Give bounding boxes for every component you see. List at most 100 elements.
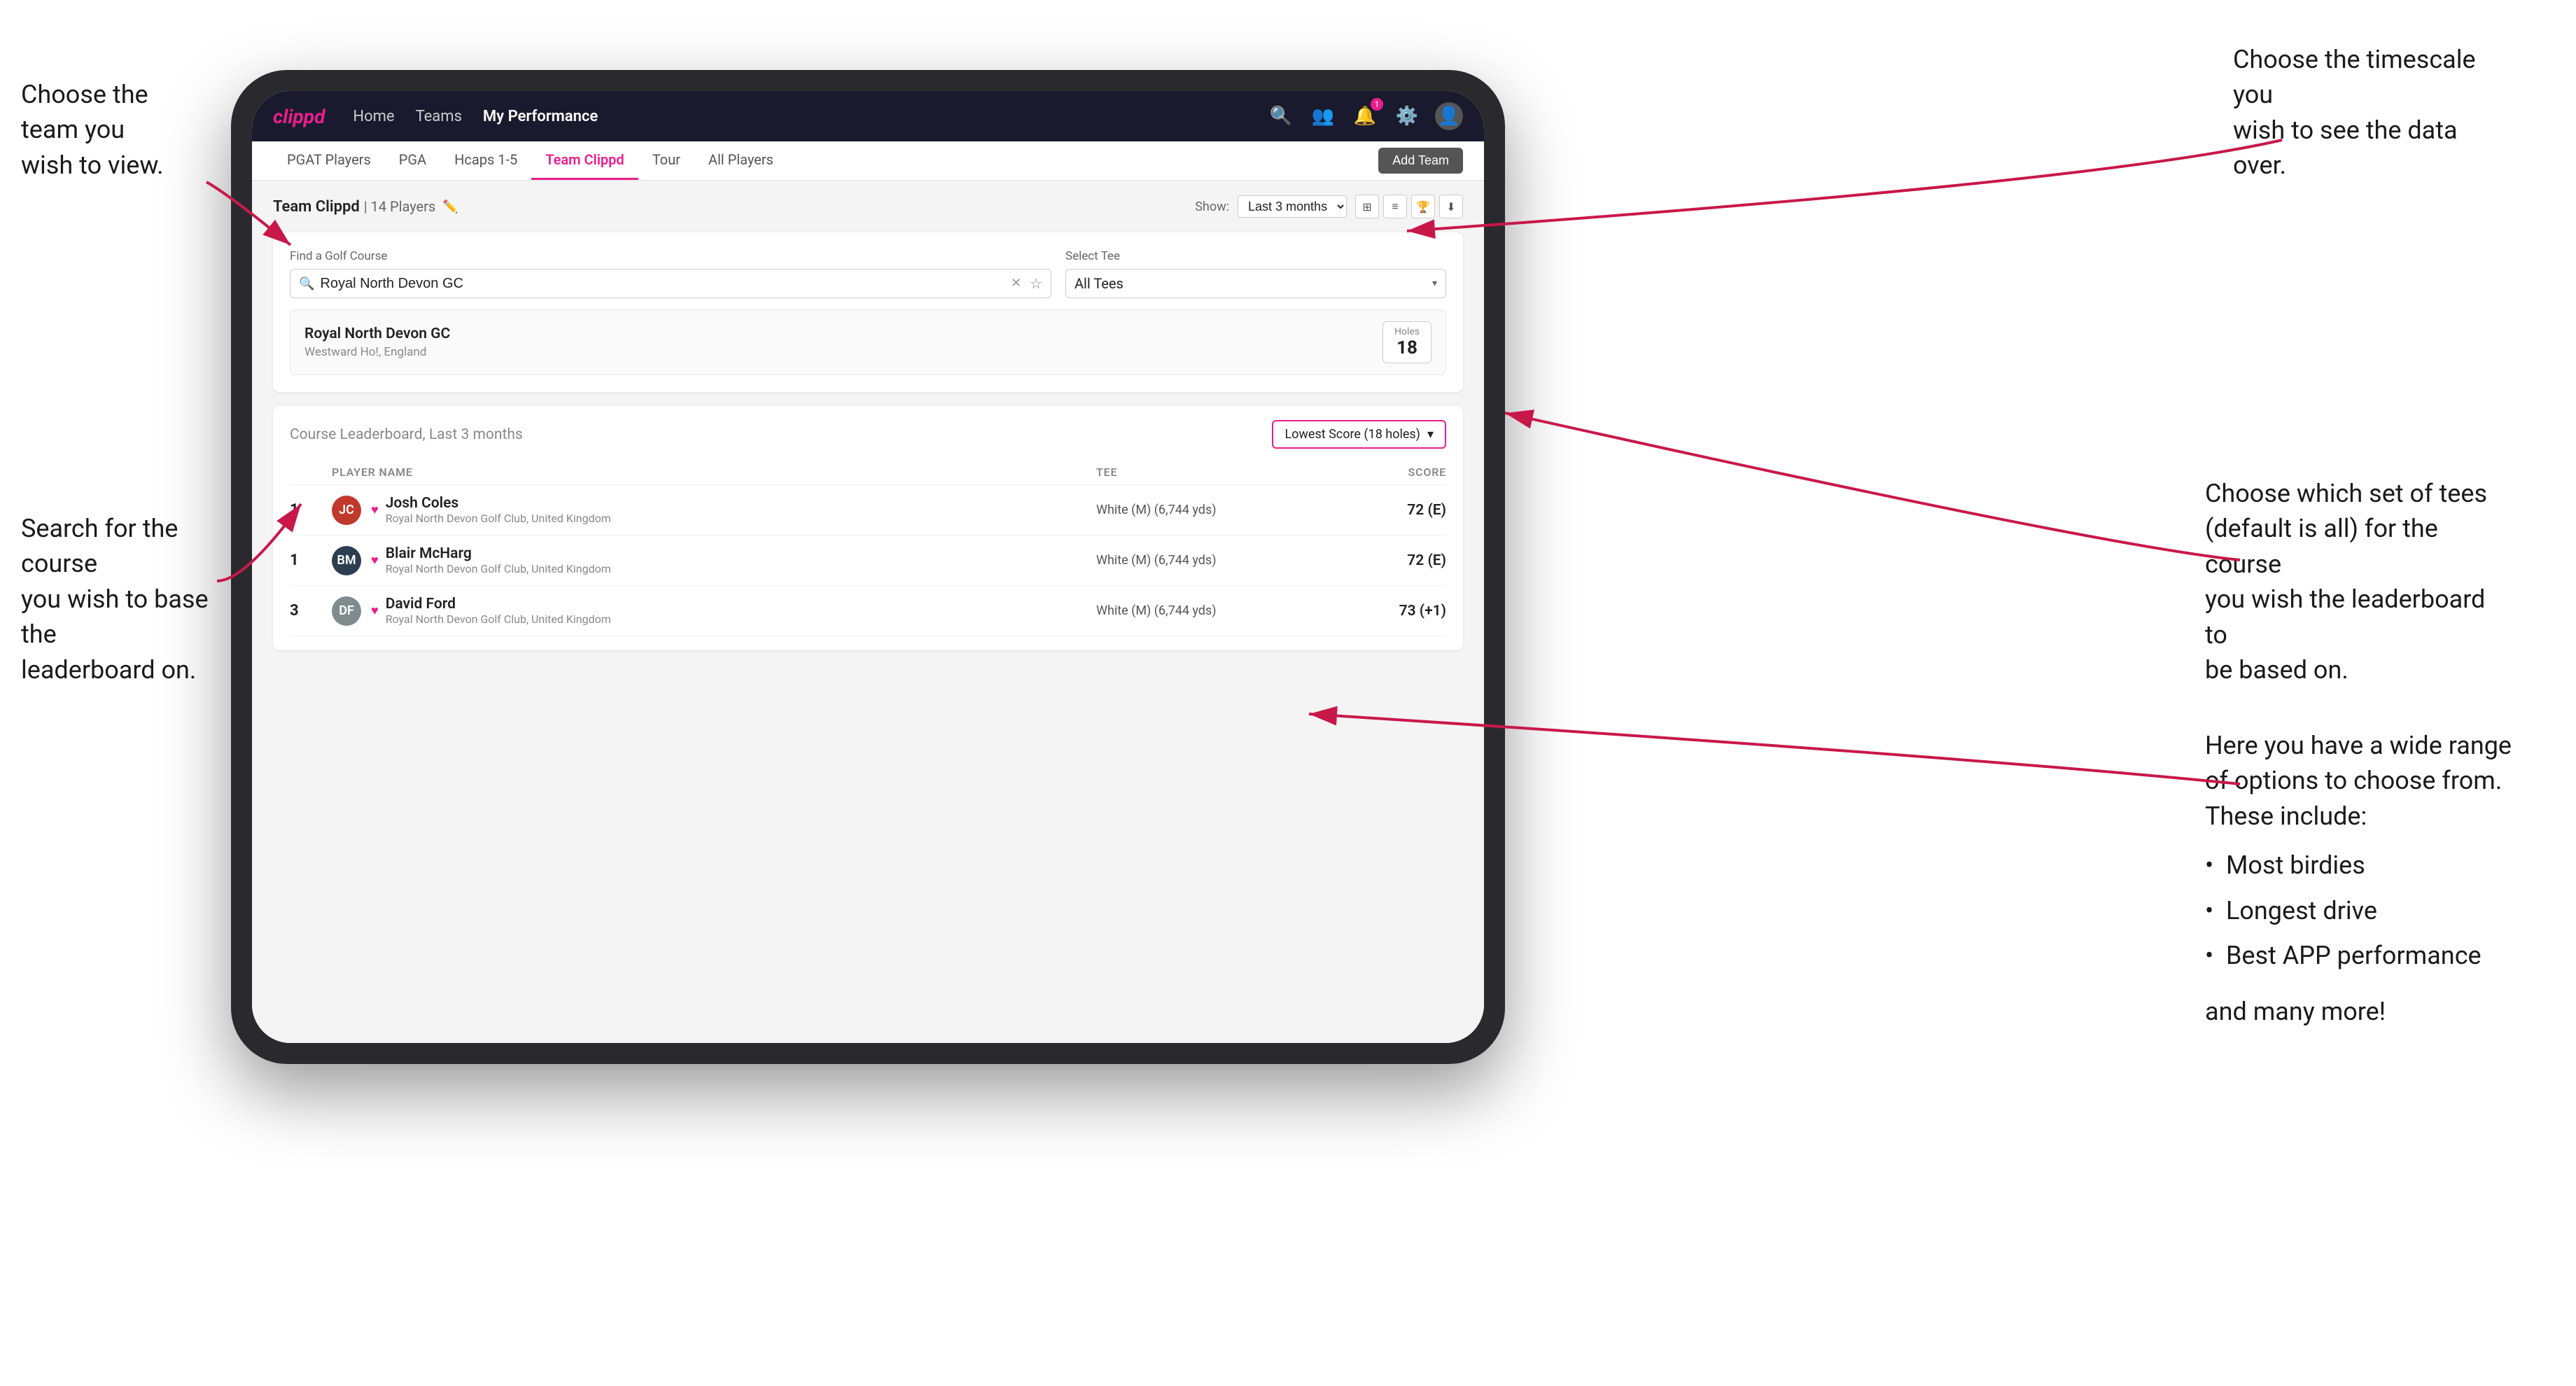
course-search-input[interactable] <box>320 276 1005 292</box>
people-icon[interactable]: 👥 <box>1309 102 1337 130</box>
course-search-wrap: 🔍 ✕ ☆ <box>290 269 1051 298</box>
tee-select[interactable]: All Tees ▾ <box>1065 269 1446 298</box>
score-cell-1: 72 (E) <box>1306 502 1446 519</box>
holes-number: 18 <box>1394 337 1420 358</box>
download-icon[interactable]: ⬇ <box>1439 195 1463 218</box>
top-nav: clippd Home Teams My Performance 🔍 👥 🔔 ⚙… <box>252 91 1484 141</box>
annotation-tees: Choose which set of tees(default is all)… <box>2205 476 2513 687</box>
score-type-label: Lowest Score (18 holes) <box>1284 427 1420 442</box>
col-score: SCORE <box>1306 465 1446 479</box>
player-name-1: Josh Coles <box>386 495 611 512</box>
player-club-3: Royal North Devon Golf Club, United King… <box>386 612 611 626</box>
player-avatar-1: JC <box>332 496 361 525</box>
table-row: 1 BM ♥ Blair McHarg Royal North Devon Go… <box>290 536 1446 586</box>
rank-number-1: 1 <box>290 501 299 519</box>
add-team-button[interactable]: Add Team <box>1378 148 1463 174</box>
and-more: and many more! <box>2205 994 2513 1029</box>
player-avatar-3: DF <box>332 596 361 626</box>
holes-badge: Holes 18 <box>1382 321 1432 363</box>
rank-cell-2: 1 <box>290 552 332 569</box>
leaderboard-table: PLAYER NAME TEE SCORE 1 JC ♥ <box>290 460 1446 636</box>
tee-label: Select Tee <box>1065 249 1446 263</box>
find-course-label: Find a Golf Course <box>290 249 1051 263</box>
team-count: | 14 Players <box>364 198 436 215</box>
player-club-1: Royal North Devon Golf Club, United King… <box>386 512 611 525</box>
player-info-2: BM ♥ Blair McHarg Royal North Devon Golf… <box>332 545 1096 575</box>
score-type-chevron: ▾ <box>1427 427 1434 442</box>
options-list: Most birdies Longest drive Best APP perf… <box>2205 848 2513 973</box>
tablet-frame: clippd Home Teams My Performance 🔍 👥 🔔 ⚙… <box>231 70 1505 1064</box>
tee-cell-3: White (M) (6,744 yds) <box>1096 603 1306 618</box>
trophy-icon[interactable]: 🏆 <box>1411 195 1435 218</box>
annotation-score-options: Here you have a wide rangeof options to … <box>2205 728 2513 1030</box>
tee-cell-1: White (M) (6,744 yds) <box>1096 503 1306 517</box>
player-info-1: JC ♥ Josh Coles Royal North Devon Golf C… <box>332 495 1096 525</box>
score-cell-3: 73 (+1) <box>1306 603 1446 620</box>
player-name-3: David Ford <box>386 596 611 612</box>
nav-link-home[interactable]: Home <box>353 108 394 125</box>
option-drive: Longest drive <box>2205 893 2513 928</box>
course-name: Royal North Devon GC <box>304 326 450 342</box>
tee-cell-2: White (M) (6,744 yds) <box>1096 553 1306 568</box>
bell-icon[interactable]: 🔔 <box>1351 102 1379 130</box>
team-header-right: Show: Last 3 months Last month Last 6 mo… <box>1195 195 1463 218</box>
leaderboard-title: Course Leaderboard, Last 3 months <box>290 426 523 443</box>
sub-nav-hcaps[interactable]: Hcaps 1-5 <box>440 141 531 180</box>
rank-number-3: 3 <box>290 602 299 620</box>
nav-link-performance[interactable]: My Performance <box>483 108 598 125</box>
sub-nav-pgat[interactable]: PGAT Players <box>273 141 385 180</box>
player-info-3: DF ♥ David Ford Royal North Devon Golf C… <box>332 596 1096 626</box>
table-row: 3 DF ♥ David Ford Royal North Devon Golf… <box>290 586 1446 636</box>
sub-nav-all-players[interactable]: All Players <box>694 141 788 180</box>
nav-link-teams[interactable]: Teams <box>416 108 462 125</box>
user-avatar[interactable]: 👤 <box>1435 102 1463 130</box>
clear-search-icon[interactable]: ✕ <box>1011 277 1021 290</box>
sub-nav-team-clippd[interactable]: Team Clippd <box>531 141 638 180</box>
tee-value: All Tees <box>1074 275 1124 292</box>
favorite-icon[interactable]: ☆ <box>1030 275 1042 292</box>
option-app: Best APP performance <box>2205 938 2513 973</box>
app-container: clippd Home Teams My Performance 🔍 👥 🔔 ⚙… <box>252 91 1484 1043</box>
favorite-heart-3[interactable]: ♥ <box>371 603 379 618</box>
annotation-search-course: Search for the courseyou wish to base th… <box>21 511 224 687</box>
player-details-1: Josh Coles Royal North Devon Golf Club, … <box>386 495 611 525</box>
tee-group: Select Tee All Tees ▾ <box>1065 249 1446 298</box>
search-magnifier-icon: 🔍 <box>299 276 314 291</box>
rank-cell-1: 1 <box>290 501 332 519</box>
favorite-heart-1[interactable]: ♥ <box>371 503 379 517</box>
team-header: Team Clippd | 14 Players ✏️ Show: Last 3… <box>273 195 1463 218</box>
rank-number-2: 1 <box>290 552 299 569</box>
leaderboard-card: Course Leaderboard, Last 3 months Lowest… <box>273 406 1463 650</box>
grid-view-icon[interactable]: ⊞ <box>1355 195 1379 218</box>
course-search-group: Find a Golf Course 🔍 ✕ ☆ <box>290 249 1051 298</box>
sub-nav-pga[interactable]: PGA <box>385 141 440 180</box>
player-club-2: Royal North Devon Golf Club, United King… <box>386 562 611 575</box>
main-content: Team Clippd | 14 Players ✏️ Show: Last 3… <box>252 181 1484 1043</box>
table-header: PLAYER NAME TEE SCORE <box>290 460 1446 485</box>
timescale-select[interactable]: Last 3 months Last month Last 6 months L… <box>1238 195 1347 218</box>
col-player: PLAYER NAME <box>332 465 1096 479</box>
list-view-icon[interactable]: ≡ <box>1383 195 1407 218</box>
course-location: Westward Ho!, England <box>304 345 450 359</box>
table-row: 1 JC ♥ Josh Coles Royal North Devon Golf… <box>290 485 1446 536</box>
option-birdies: Most birdies <box>2205 848 2513 883</box>
nav-links: Home Teams My Performance <box>353 108 1267 125</box>
favorite-heart-2[interactable]: ♥ <box>371 553 379 568</box>
settings-icon[interactable]: ⚙️ <box>1393 102 1421 130</box>
show-label: Show: <box>1195 200 1229 214</box>
sub-nav-tour[interactable]: Tour <box>638 141 694 180</box>
annotation-choose-team: Choose the team youwish to view. <box>21 77 210 183</box>
course-result: Royal North Devon GC Westward Ho!, Engla… <box>290 309 1446 375</box>
col-rank <box>290 465 332 479</box>
tablet-screen: clippd Home Teams My Performance 🔍 👥 🔔 ⚙… <box>252 91 1484 1043</box>
edit-icon[interactable]: ✏️ <box>442 200 458 214</box>
course-info: Royal North Devon GC Westward Ho!, Engla… <box>304 326 450 359</box>
annotation-timescale: Choose the timescale youwish to see the … <box>2233 42 2513 183</box>
score-cell-2: 72 (E) <box>1306 552 1446 569</box>
view-icons: ⊞ ≡ 🏆 ⬇ <box>1355 195 1463 218</box>
sub-nav: PGAT Players PGA Hcaps 1-5 Team Clippd T… <box>252 141 1484 181</box>
team-title: Team Clippd <box>273 198 360 216</box>
score-type-select[interactable]: Lowest Score (18 holes) ▾ <box>1272 420 1446 449</box>
holes-label: Holes <box>1394 326 1420 337</box>
search-icon[interactable]: 🔍 <box>1267 102 1295 130</box>
